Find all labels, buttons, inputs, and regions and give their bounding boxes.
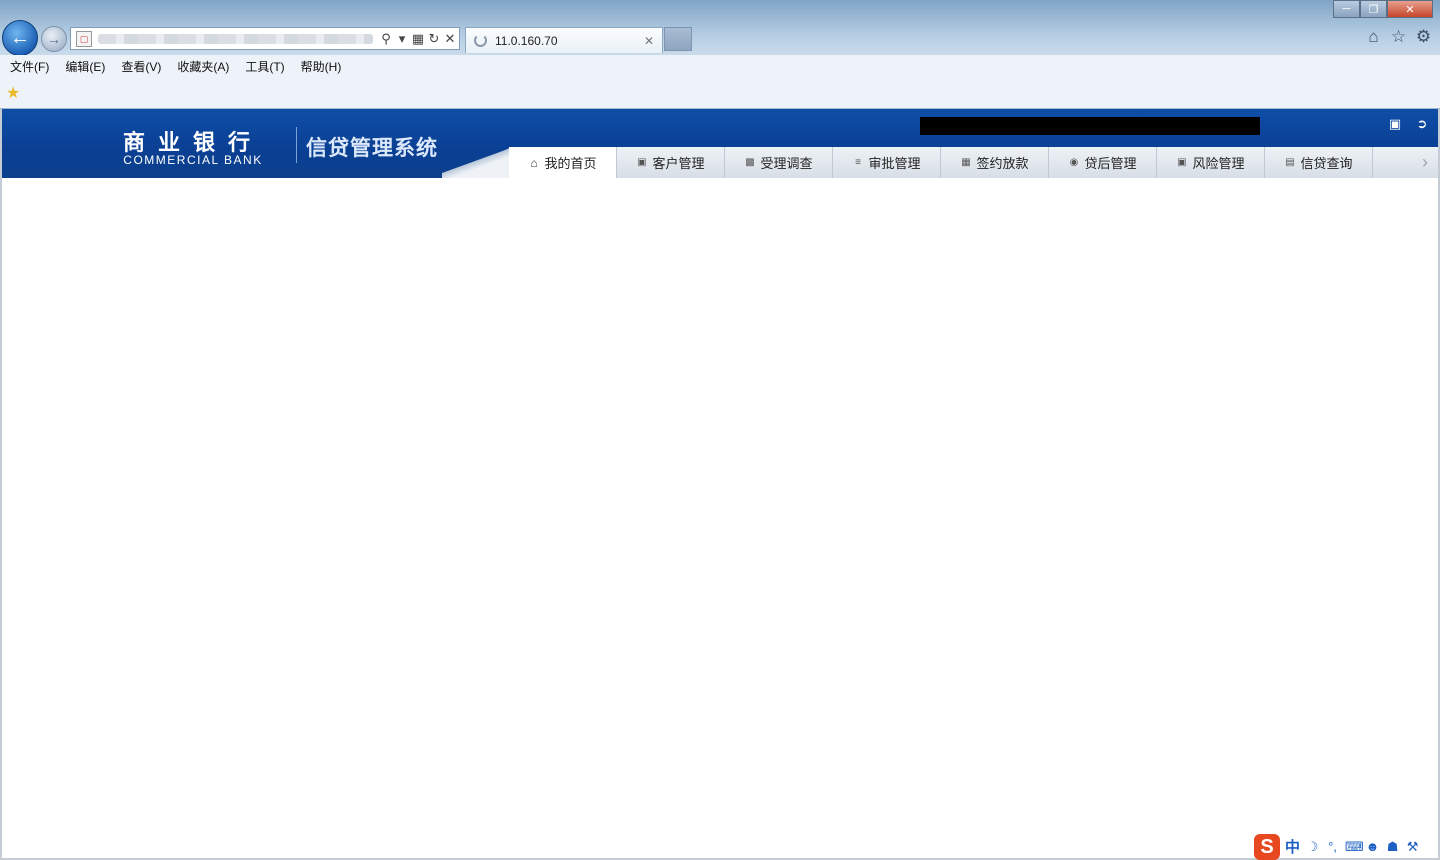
menu-favorites[interactable]: 收藏夹(A) [169, 58, 237, 75]
survey-icon: ▩ [745, 157, 755, 168]
nav-strip-curve [442, 147, 514, 178]
nav-tab-label: 贷后管理 [1084, 156, 1137, 171]
menu-help[interactable]: 帮助(H) [293, 58, 350, 75]
window-controls: ─ ❐ ✕ [1333, 0, 1433, 18]
address-bar[interactable]: ▢ ⚲ ▾ ▦ ↻ ✕ [70, 27, 460, 50]
skin-shirt-icon[interactable]: ☗ [1385, 839, 1400, 855]
new-tab-button[interactable] [664, 27, 692, 51]
close-tab-icon[interactable]: ✕ [644, 34, 658, 48]
nav-tab-home[interactable]: ⌂ 我的首页 [509, 147, 617, 178]
sogou-logo-icon[interactable]: S [1254, 833, 1280, 860]
nav-tab-label: 风险管理 [1192, 156, 1245, 171]
app-header: 商业银行 COMMERCIAL BANK 信贷管理系统 ▣ ➲ ⌂ 我的首页 ▣… [2, 109, 1438, 178]
customer-icon: ▣ [637, 157, 647, 168]
query-icon: ▤ [1285, 157, 1295, 168]
nav-tab-survey[interactable]: ▩ 受理调查 [725, 147, 833, 178]
refresh-icon[interactable]: ↻ [427, 31, 441, 47]
nav-tab-customer[interactable]: ▣ 客户管理 [617, 147, 725, 178]
system-title: 信贷管理系统 [306, 137, 438, 160]
menu-view[interactable]: 查看(V) [113, 58, 169, 75]
dropdown-arrow-icon[interactable]: ▾ [395, 31, 409, 47]
loading-spinner-icon [474, 34, 487, 47]
approval-icon: ≡ [855, 157, 861, 168]
menu-edit[interactable]: 编辑(E) [57, 58, 113, 75]
favorites-bar: ★ [0, 78, 1440, 109]
monitor-icon[interactable]: ▣ [1387, 116, 1403, 132]
settings-wrench-icon[interactable]: ⚒ [1405, 839, 1420, 855]
url-text-redacted[interactable] [98, 33, 373, 44]
arrow-right-icon: → [47, 31, 61, 47]
favorites-star-icon[interactable]: ☆ [1390, 28, 1407, 46]
nav-tab-label: 签约放款 [976, 156, 1029, 171]
browser-toolbar-icons: ⌂ ☆ ⚙ [1365, 28, 1432, 46]
punctuation-icon[interactable]: °, [1325, 839, 1340, 854]
bank-name-en: COMMERCIAL BANK [123, 153, 263, 167]
page-favicon-icon: ▢ [76, 30, 92, 47]
nav-tab-contract[interactable]: ▦ 签约放款 [941, 147, 1049, 178]
add-favorite-star-icon[interactable]: ★ [6, 83, 20, 103]
browser-tab[interactable]: 11.0.160.70 ✕ [465, 27, 663, 53]
keyboard-icon[interactable]: ⌨ [1345, 839, 1364, 855]
ime-mode-chinese[interactable]: 中 [1285, 836, 1300, 857]
home-icon: ⌂ [530, 155, 538, 170]
back-button[interactable]: ← [2, 20, 38, 56]
app-page: 商业银行 COMMERCIAL BANK 信贷管理系统 ▣ ➲ ⌂ 我的首页 ▣… [0, 109, 1440, 860]
brand-divider [296, 127, 297, 163]
stop-icon[interactable]: ✕ [443, 31, 457, 47]
minimize-button[interactable]: ─ [1333, 0, 1360, 18]
postloan-icon: ◉ [1069, 157, 1079, 168]
restore-button[interactable]: ❐ [1360, 0, 1387, 18]
nav-tab-label: 我的首页 [544, 156, 597, 171]
ime-toolbar: S 中 ☽ °, ⌨ ☻ ☗ ⚒ [1254, 833, 1420, 860]
nav-scroll-right-icon[interactable]: › [1412, 147, 1438, 178]
tab-title: 11.0.160.70 [495, 33, 558, 48]
forward-button[interactable]: → [41, 26, 67, 52]
browser-titlebar: ← → ▢ ⚲ ▾ ▦ ↻ ✕ 11.0.160.70 ✕ ─ ❐ ✕ ⌂ ☆ … [0, 0, 1440, 56]
risk-icon: ▣ [1177, 157, 1187, 168]
nav-tab-approval[interactable]: ≡ 审批管理 [833, 147, 941, 178]
arrow-left-icon: ← [10, 26, 30, 49]
settings-gear-icon[interactable]: ⚙ [1415, 28, 1432, 46]
half-width-moon-icon[interactable]: ☽ [1305, 839, 1320, 855]
redacted-user-info [920, 117, 1260, 135]
nav-tab-label: 信贷查询 [1300, 156, 1353, 171]
nav-tab-label: 客户管理 [652, 156, 705, 171]
nav-tab-query[interactable]: ▤ 信贷查询 [1265, 147, 1373, 178]
user-icon[interactable]: ☻ [1365, 839, 1380, 854]
nav-tab-label: 受理调查 [760, 156, 813, 171]
nav-tab-label: 审批管理 [868, 156, 921, 171]
main-nav: ⌂ 我的首页 ▣ 客户管理 ▩ 受理调查 ≡ 审批管理 ▦ 签约放款 ◉ 贷后管… [509, 147, 1373, 178]
menu-file[interactable]: 文件(F) [0, 58, 57, 75]
menu-bar: 文件(F) 编辑(E) 查看(V) 收藏夹(A) 工具(T) 帮助(H) [0, 55, 1440, 78]
compat-view-icon[interactable]: ▦ [411, 31, 425, 47]
logout-icon[interactable]: ➲ [1414, 116, 1430, 132]
menu-tools[interactable]: 工具(T) [237, 58, 292, 75]
contract-icon: ▦ [961, 157, 971, 168]
nav-tab-risk[interactable]: ▣ 风险管理 [1157, 147, 1265, 178]
nav-tab-postloan[interactable]: ◉ 贷后管理 [1049, 147, 1157, 178]
close-window-button[interactable]: ✕ [1387, 0, 1433, 18]
home-icon[interactable]: ⌂ [1365, 28, 1382, 46]
search-icon[interactable]: ⚲ [379, 31, 393, 47]
